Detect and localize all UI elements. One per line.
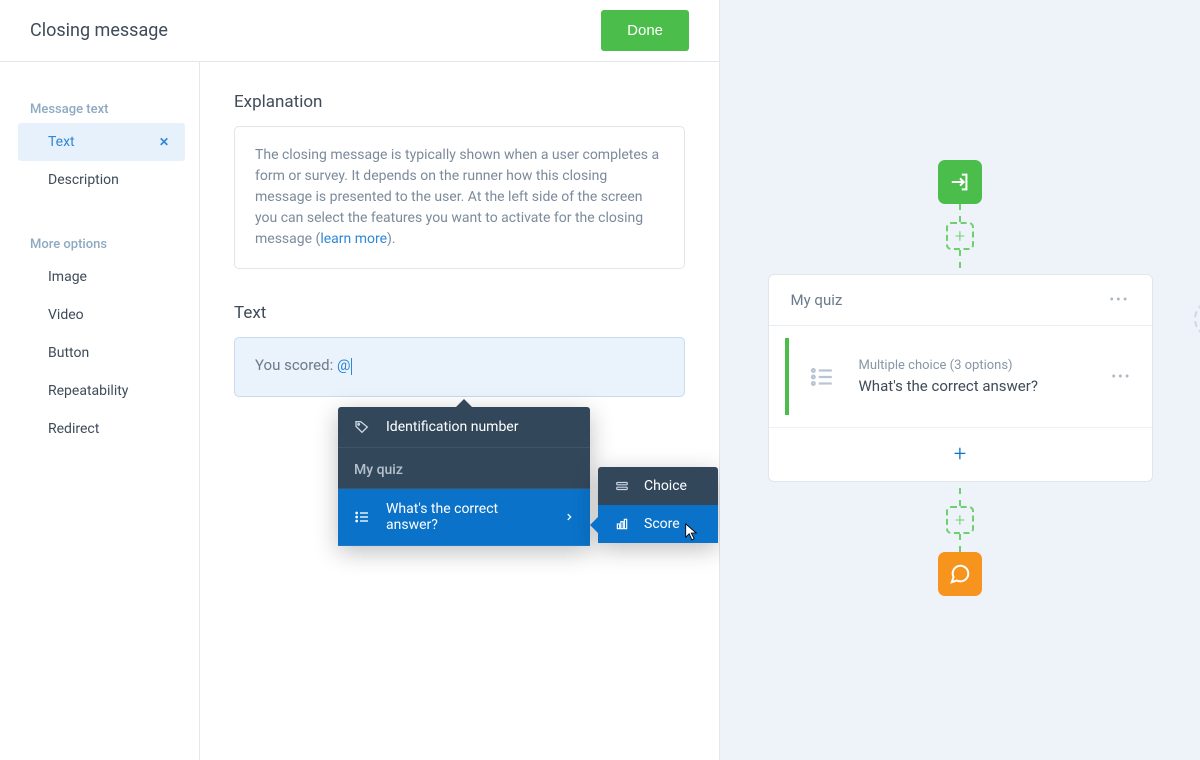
learn-more-link[interactable]: learn more xyxy=(320,231,387,247)
question-menu-button[interactable]: ••• xyxy=(1111,369,1151,385)
mention-item-question[interactable]: What's the correct answer? xyxy=(338,489,590,546)
sidebar-section-message-text: Message text xyxy=(0,92,199,123)
card-menu-button[interactable]: ••• xyxy=(1109,292,1129,308)
chat-icon xyxy=(949,563,971,585)
bar-chart-icon xyxy=(614,517,630,531)
closing-text-input[interactable]: You scored: @ xyxy=(234,337,685,397)
sidebar-item-button[interactable]: Button xyxy=(18,334,185,372)
editor-header: Closing message Done xyxy=(0,0,719,62)
sidebar-item-label: Video xyxy=(48,307,84,323)
sidebar-item-label: Text xyxy=(48,134,75,150)
sidebar-item-label: Image xyxy=(48,269,87,285)
explanation-text: The closing message is typically shown w… xyxy=(255,147,659,247)
sidebar-item-redirect[interactable]: Redirect xyxy=(18,410,185,448)
choice-icon xyxy=(614,479,630,493)
sidebar-item-image[interactable]: Image xyxy=(18,258,185,296)
explanation-box: The closing message is typically shown w… xyxy=(234,126,685,269)
sidebar-item-label: Redirect xyxy=(48,421,99,437)
sidebar-item-label: Repeatability xyxy=(48,383,128,399)
mention-sub-item-label: Score xyxy=(644,516,680,532)
mention-item-identification-number[interactable]: Identification number xyxy=(338,407,590,448)
sidebar-item-repeatability[interactable]: Repeatability xyxy=(18,372,185,410)
preview-panel: + My quiz ••• Multiple choice (3 options… xyxy=(720,0,1200,760)
card-title: My quiz xyxy=(791,291,843,309)
question-meta: Multiple choice (3 options) xyxy=(859,358,1038,373)
chevron-right-icon xyxy=(564,512,574,522)
mention-item-label: What's the correct answer? xyxy=(386,501,548,533)
list-icon xyxy=(354,509,370,525)
explanation-heading: Explanation xyxy=(234,92,685,112)
flow-card: My quiz ••• Multiple choice (3 options) … xyxy=(768,274,1153,482)
sidebar-item-label: Button xyxy=(48,345,89,361)
sidebar-item-text[interactable]: Text ✕ xyxy=(18,123,185,161)
text-caret xyxy=(351,358,352,375)
enter-icon xyxy=(949,171,971,193)
mention-token: @ xyxy=(337,356,350,374)
flow-add-slot-top[interactable]: + xyxy=(946,222,974,250)
mention-sub-popover: Choice Score xyxy=(598,467,718,543)
sidebar-item-description[interactable]: Description xyxy=(18,161,185,199)
mention-sub-item-label: Choice xyxy=(644,478,687,494)
mention-sub-item-choice[interactable]: Choice xyxy=(598,467,718,505)
content-area: Explanation The closing message is typic… xyxy=(200,62,719,760)
flow-start-node[interactable] xyxy=(938,160,982,204)
question-row[interactable]: Multiple choice (3 options) What's the c… xyxy=(785,338,1112,415)
flow-end-node[interactable] xyxy=(938,552,982,596)
close-icon[interactable]: ✕ xyxy=(159,135,169,149)
sidebar-section-more-options: More options xyxy=(0,227,199,258)
done-button[interactable]: Done xyxy=(601,10,689,51)
sidebar-item-video[interactable]: Video xyxy=(18,296,185,334)
sidebar-item-label: Description xyxy=(48,172,119,188)
mention-sub-item-score[interactable]: Score xyxy=(598,505,718,543)
tag-icon xyxy=(354,419,370,435)
mention-item-label: Identification number xyxy=(386,419,518,435)
sidebar: Message text Text ✕ Description More opt… xyxy=(0,62,200,760)
text-heading: Text xyxy=(234,303,685,323)
editor-panel: Closing message Done Message text Text ✕… xyxy=(0,0,720,760)
question-text: What's the correct answer? xyxy=(859,377,1038,395)
side-add-button[interactable]: + xyxy=(1186,292,1200,346)
mention-popover: Identification number My quiz What's the… xyxy=(338,407,590,546)
text-value: You scored: xyxy=(255,356,337,374)
page-title: Closing message xyxy=(30,20,168,41)
list-icon xyxy=(809,364,835,390)
card-add-question-button[interactable]: + xyxy=(954,442,966,467)
mention-group-heading: My quiz xyxy=(338,448,590,489)
flow-add-slot-bottom[interactable]: + xyxy=(946,506,974,534)
